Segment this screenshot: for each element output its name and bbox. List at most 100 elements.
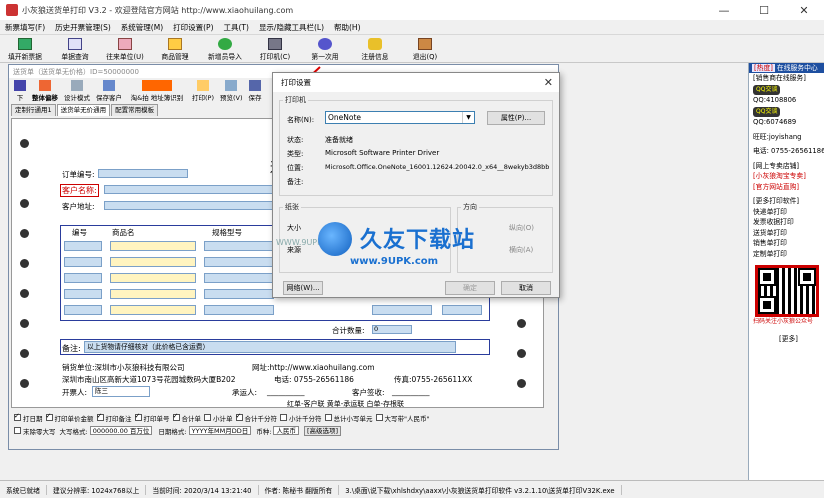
size-label: 大小 — [287, 224, 301, 232]
service-line[interactable]: QQ交谈 — [749, 84, 824, 95]
cancel-button[interactable]: 取消 — [501, 281, 551, 295]
save-button[interactable]: 保存 — [246, 80, 265, 102]
more-link[interactable]: [更多] — [749, 334, 824, 345]
remark-field[interactable]: 以上货物请仔细核对（此价格已含运费） — [84, 341, 456, 353]
issuer-field[interactable]: 陈三 — [92, 386, 150, 397]
table-cell[interactable] — [204, 305, 274, 315]
menu-new-ticket[interactable]: 新票填写(F) — [0, 22, 50, 33]
table-cell[interactable] — [64, 257, 102, 267]
status-author: 作者: 陈秘书 翻版所有 — [259, 484, 340, 495]
offset-button[interactable]: 整体偏移 — [29, 80, 61, 102]
design-mode-button[interactable]: 设计模式 — [61, 80, 93, 102]
no-zero-checkbox[interactable] — [14, 427, 21, 434]
remark-label: 备注: — [62, 344, 81, 353]
advanced-options-button[interactable]: [高级选项] — [303, 425, 342, 436]
maximize-button[interactable]: ☐ — [744, 0, 784, 20]
menu-print-settings[interactable]: 打印设置(P) — [168, 22, 218, 33]
total-qty-label: 合计数量: — [332, 326, 365, 335]
option-checkbox[interactable] — [45, 412, 53, 421]
status-resolution: 建议分辨率: 1024x768以上 — [47, 484, 147, 495]
printer-name-select[interactable]: OneNote ▼ — [325, 111, 475, 124]
order-no-field[interactable] — [98, 169, 188, 178]
printer-group-label: 打印机 — [283, 95, 308, 105]
save-customer-button[interactable]: 保存客户 — [93, 80, 125, 102]
menu-history[interactable]: 历史开票管理(S) — [50, 22, 116, 33]
qq-chat-button[interactable]: QQ交谈 — [753, 106, 781, 117]
table-cell[interactable] — [442, 305, 482, 315]
service-line[interactable]: [官方网站直购] — [749, 182, 824, 193]
option-checkbox[interactable] — [172, 412, 180, 421]
exit-button[interactable]: 退出(Q) — [400, 35, 450, 63]
tab-template-1[interactable]: 定制行通用1 — [11, 104, 56, 116]
option-checkbox[interactable] — [204, 414, 211, 421]
paper-group-label: 纸张 — [283, 202, 301, 212]
goods-button[interactable]: 商品管理 — [150, 35, 200, 63]
portrait-radio[interactable]: 纵向(O) — [509, 223, 534, 233]
taobao-icon — [142, 80, 172, 91]
address-recognize-button[interactable]: 淘&拍 地址簿识别 — [125, 80, 189, 102]
company-button[interactable]: 往来单位(U) — [100, 35, 150, 63]
status-time: 当前时间: 2020/3/14 13:21:40 — [146, 484, 259, 495]
landscape-radio[interactable]: 横向(A) — [509, 245, 533, 255]
case-format-select[interactable]: 000000.00 百万位 — [89, 426, 153, 435]
currency-select[interactable]: 人民币 — [273, 426, 299, 435]
option-checkbox[interactable] — [96, 412, 104, 421]
table-cell[interactable] — [110, 241, 196, 251]
first-use-button[interactable]: 第一次用 — [300, 35, 350, 63]
properties-button[interactable]: 属性(P)... — [487, 111, 545, 125]
printer-button[interactable]: 打印机(C) — [250, 35, 300, 63]
option-label: 总计小写单元 — [333, 414, 373, 423]
table-cell[interactable] — [204, 289, 274, 299]
copies-text: 红单-客户联 黄单-承运联 白单-存根联 — [287, 400, 405, 408]
punch-hole — [517, 319, 526, 328]
option-checkbox[interactable] — [280, 414, 287, 421]
tab-template-2[interactable]: 送货单无价通用 — [56, 104, 111, 116]
option-checkbox[interactable] — [324, 414, 332, 421]
table-cell[interactable] — [204, 241, 274, 251]
ok-button[interactable]: 确定 — [445, 281, 495, 295]
down-button[interactable]: 下 — [11, 80, 29, 102]
date-format-select[interactable]: YYYY年MM月DD日 — [188, 426, 252, 435]
total-qty-field[interactable]: 0 — [372, 325, 412, 334]
service-line[interactable]: [小灰狼淘宝专卖] — [749, 171, 824, 182]
minimize-button[interactable]: — — [704, 0, 744, 20]
table-cell[interactable] — [204, 273, 274, 283]
customer-name-field[interactable] — [104, 185, 276, 194]
customer-addr-field[interactable] — [104, 201, 276, 210]
table-cell[interactable] — [372, 305, 432, 315]
table-cell[interactable] — [64, 289, 102, 299]
tab-template-3[interactable]: 配置常用模板 — [111, 104, 159, 116]
design-icon — [71, 80, 83, 91]
table-cell[interactable] — [64, 241, 102, 251]
table-cell[interactable] — [64, 305, 102, 315]
menu-help[interactable]: 帮助(H) — [329, 22, 366, 33]
new-ticket-button[interactable]: 填开新票据 — [0, 35, 50, 63]
register-button[interactable]: 注册信息 — [350, 35, 400, 63]
service-line[interactable]: QQ交谈 — [749, 106, 824, 117]
table-cell[interactable] — [204, 257, 274, 267]
preview-button[interactable]: 预览(V) — [217, 80, 246, 102]
qr-code — [755, 265, 819, 317]
table-cell[interactable] — [110, 289, 196, 299]
punch-hole — [20, 349, 29, 358]
option-checkbox[interactable] — [375, 414, 383, 421]
table-cell[interactable] — [64, 273, 102, 283]
print-button[interactable]: 打印(P) — [189, 80, 217, 102]
service-line: [网上专卖店铺] — [753, 161, 800, 170]
table-cell[interactable] — [110, 257, 196, 267]
col-header-no: 编号 — [72, 228, 87, 237]
network-button[interactable]: 网络(W)... — [283, 281, 323, 295]
table-cell[interactable] — [110, 305, 196, 315]
table-cell[interactable] — [110, 273, 196, 283]
close-window-button[interactable]: ✕ — [784, 0, 824, 20]
option-checkbox[interactable] — [235, 412, 243, 421]
option-checkbox[interactable] — [134, 412, 142, 421]
option-checkbox[interactable] — [14, 412, 21, 421]
menu-system[interactable]: 系统管理(M) — [116, 22, 168, 33]
qq-chat-button[interactable]: QQ交谈 — [753, 84, 781, 95]
import-button[interactable]: 新增员导入 — [200, 35, 250, 63]
query-button[interactable]: 单据查询 — [50, 35, 100, 63]
dialog-close-button[interactable]: ✕ — [544, 76, 553, 89]
menu-toggle-toolbar[interactable]: 显示/隐藏工具栏(L) — [254, 22, 329, 33]
menu-tools[interactable]: 工具(T) — [219, 22, 254, 33]
